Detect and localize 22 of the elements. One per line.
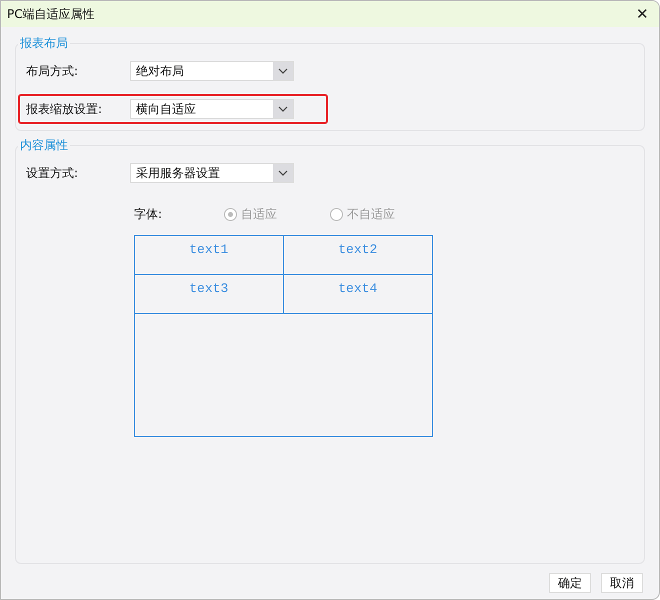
close-button[interactable]: ✕ (636, 5, 649, 23)
caret-icon (273, 62, 293, 80)
dropdown[interactable]: 横向自适应 (130, 99, 294, 119)
table-cell: text1 (135, 236, 284, 275)
table-cell: text2 (284, 236, 432, 275)
dropdown[interactable]: 绝对布局 (130, 61, 294, 81)
table-cell: text4 (284, 275, 432, 314)
section-title: 报表布局 (19, 35, 69, 52)
table-cell: text3 (135, 275, 284, 314)
field-label: 设置方式: (26, 164, 80, 182)
dropdown[interactable]: 采用服务器设置 (130, 163, 294, 183)
section-title: 内容属性 (19, 137, 69, 154)
field-label: 布局方式: (26, 62, 80, 80)
caret-icon (273, 100, 293, 118)
option-label: 自适应 (241, 206, 277, 223)
field-label: 报表缩放设置: (26, 100, 104, 118)
window-title: PC端自适应属性 (7, 6, 95, 22)
ok-button[interactable]: 确定 (549, 573, 591, 593)
caret-icon (273, 164, 293, 182)
option-label: 不自适应 (347, 206, 395, 223)
field-label: 字体: (134, 206, 164, 223)
cancel-button[interactable]: 取消 (601, 573, 643, 593)
